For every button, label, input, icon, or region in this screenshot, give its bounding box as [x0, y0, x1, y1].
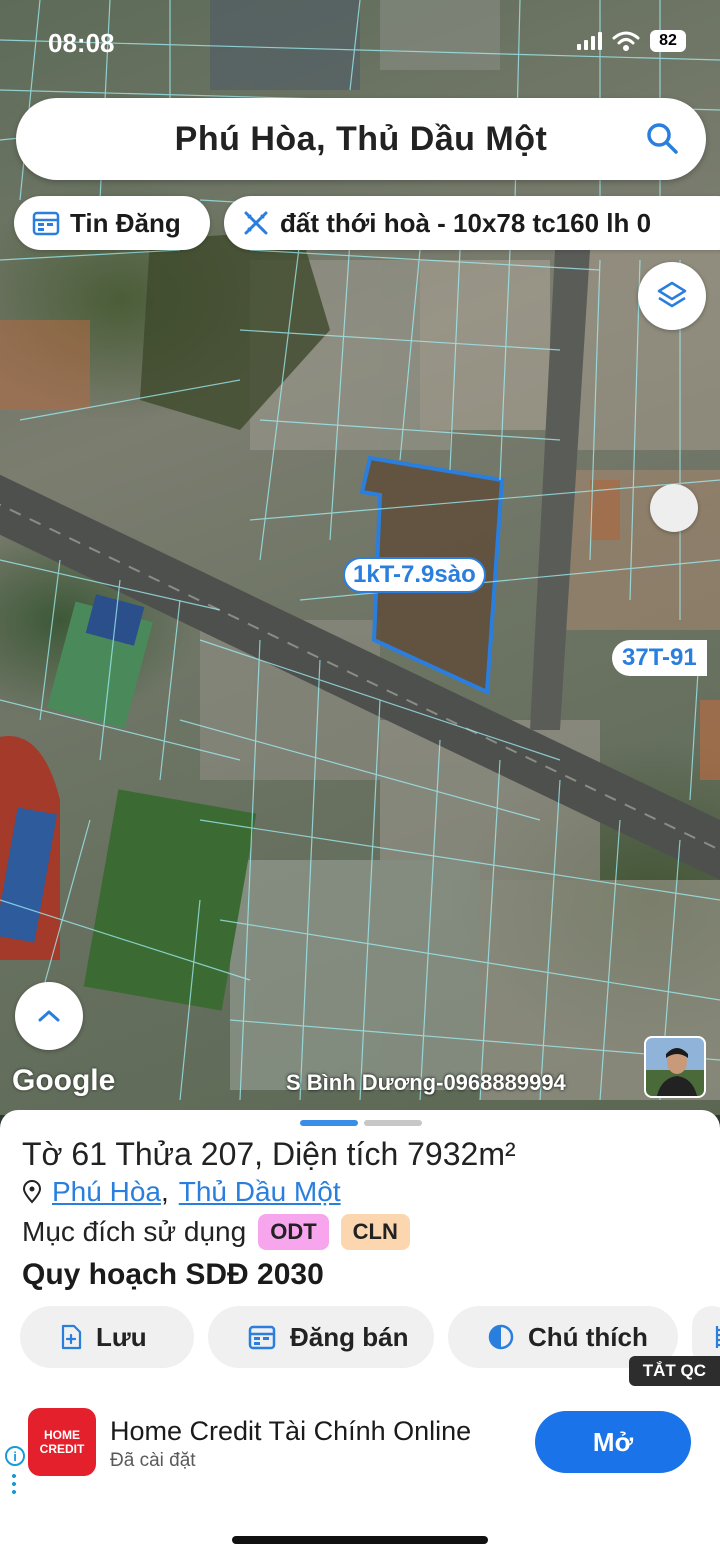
parcel-title: Tờ 61 Thửa 207, Diện tích 7932m²	[22, 1136, 516, 1172]
map-watermark: S Bình Dương-0968889994	[286, 1070, 566, 1095]
calendar-icon	[248, 1325, 276, 1350]
pager-dot-active	[300, 1120, 358, 1126]
search-icon[interactable]	[644, 120, 680, 156]
ad-info-icon[interactable]: i	[5, 1446, 25, 1466]
home-indicator[interactable]	[232, 1536, 488, 1544]
ad-subtitle: Đã cài đặt	[110, 1450, 196, 1471]
listing-chip-label: đất thới hoà - 10x78 tc160 lh 0	[280, 207, 652, 238]
save-button[interactable]: Lưu	[20, 1306, 194, 1368]
home-indicator-area	[0, 1498, 720, 1558]
close-ads-button[interactable]: TẮT QC	[628, 1356, 720, 1386]
ruler-cross-icon	[244, 211, 268, 235]
city-link[interactable]: Thủ Dầu Một	[179, 1176, 341, 1208]
signal-icon	[577, 32, 602, 50]
sheet-pager	[300, 1120, 422, 1126]
search-bar[interactable]: Phú Hòa, Thủ Dầu Một	[16, 98, 706, 180]
status-icons: 82	[577, 30, 686, 52]
neighbor-parcel-label[interactable]: 37T-91	[612, 640, 707, 676]
home-credit-logo: HOME CREDIT	[28, 1408, 96, 1476]
seller-avatar[interactable]	[644, 1036, 706, 1098]
action-buttons: Lưu Đăng bán Chú thích	[20, 1306, 720, 1368]
location-pin-icon	[22, 1180, 42, 1204]
ruler-icon	[715, 1326, 720, 1348]
land-use-label: Mục đích sử dụng	[22, 1216, 247, 1247]
listing-chip[interactable]: đất thới hoà - 10x78 tc160 lh 0	[224, 196, 720, 250]
layers-button[interactable]	[638, 262, 706, 330]
expand-up-button[interactable]	[15, 982, 83, 1050]
location-separator: ,	[160, 1176, 169, 1207]
person-photo	[656, 1048, 698, 1096]
ad-banner[interactable]: TẮT QC i HOME CREDIT Home Credit Tài Chí…	[0, 1356, 720, 1498]
wifi-icon	[612, 31, 640, 51]
save-button-label: Lưu	[96, 1321, 147, 1352]
parcel-info-sheet[interactable]: Tờ 61 Thửa 207, Diện tích 7932m² Phú Hòa…	[0, 1110, 720, 1398]
planning-title: Quy hoạch SDĐ 2030	[22, 1258, 324, 1291]
legend-button-label: Chú thích	[528, 1321, 648, 1352]
pager-dot	[364, 1120, 422, 1126]
land-use-row: Mục đích sử dụng ODT CLN	[22, 1214, 410, 1250]
post-sale-button[interactable]: Đăng bán	[208, 1306, 434, 1368]
parcel-location: Phú Hòa, Thủ Dầu Một	[22, 1176, 341, 1208]
contrast-icon	[488, 1324, 514, 1350]
add-document-icon	[61, 1324, 82, 1350]
news-chip[interactable]: Tin Đăng	[14, 196, 210, 250]
ad-dots-decoration	[12, 1472, 16, 1494]
land-use-badge-cln[interactable]: CLN	[340, 1214, 410, 1250]
layers-icon	[657, 281, 687, 308]
ward-link[interactable]: Phú Hòa	[52, 1176, 161, 1208]
post-sale-button-label: Đăng bán	[290, 1321, 409, 1352]
status-time: 08:08	[48, 28, 115, 58]
parcel-area-label[interactable]: 1kT-7.9sào	[343, 557, 486, 593]
google-logo: Google	[12, 1064, 116, 1097]
calendar-icon	[32, 211, 60, 236]
ad-open-button[interactable]: Mở	[535, 1411, 691, 1473]
location-title: Phú Hòa, Thủ Dầu Một	[174, 119, 548, 158]
land-use-badge-odt[interactable]: ODT	[258, 1214, 329, 1250]
chevron-up-icon	[38, 1010, 60, 1022]
news-chip-label: Tin Đăng	[70, 207, 181, 238]
ad-title: Home Credit Tài Chính Online	[110, 1416, 472, 1446]
satellite-map[interactable]: 08:08 82 Phú Hòa, Thủ Dầu Một Tin Đăng đ…	[0, 0, 720, 1115]
map-side-handle[interactable]	[650, 484, 698, 532]
battery-indicator: 82	[650, 30, 686, 52]
